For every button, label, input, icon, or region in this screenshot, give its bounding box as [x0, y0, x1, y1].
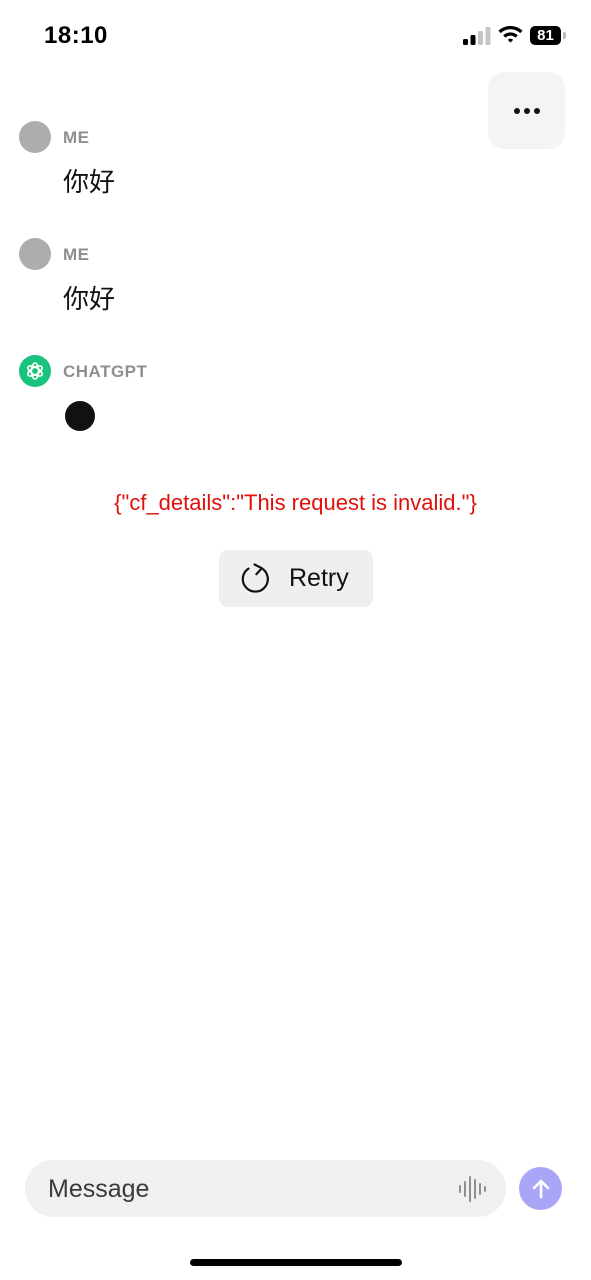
user-avatar [19, 238, 51, 270]
openai-logo-icon [27, 362, 43, 380]
retry-label: Retry [289, 564, 349, 592]
message-sender: ME [63, 245, 90, 264]
send-button[interactable] [519, 1167, 562, 1210]
battery-indicator: 81 [530, 26, 568, 46]
message-placeholder: Message [48, 1175, 150, 1203]
cellular-signal-icon [463, 27, 491, 45]
chatgpt-avatar [19, 355, 51, 387]
refresh-icon [241, 562, 269, 593]
wifi-icon [498, 26, 523, 43]
arrow-up-icon [532, 1179, 549, 1198]
message-input[interactable]: Message [25, 1160, 506, 1217]
message-text: 你好 [63, 284, 116, 314]
error-message: {"cf_details":"This request is invalid."… [114, 490, 477, 515]
battery-level: 81 [530, 26, 561, 45]
user-avatar [19, 121, 51, 153]
more-options-button[interactable] [488, 72, 565, 149]
message-sender: CHATGPT [63, 362, 148, 381]
waveform-icon[interactable] [457, 1174, 487, 1204]
status-time: 18:10 [44, 22, 108, 49]
typing-indicator [65, 401, 95, 431]
message-sender: ME [63, 128, 90, 147]
message-text: 你好 [63, 167, 116, 197]
battery-tip [563, 32, 566, 39]
retry-button[interactable]: Retry [219, 550, 373, 607]
more-horizontal-icon [513, 107, 540, 114]
home-indicator [190, 1259, 402, 1266]
